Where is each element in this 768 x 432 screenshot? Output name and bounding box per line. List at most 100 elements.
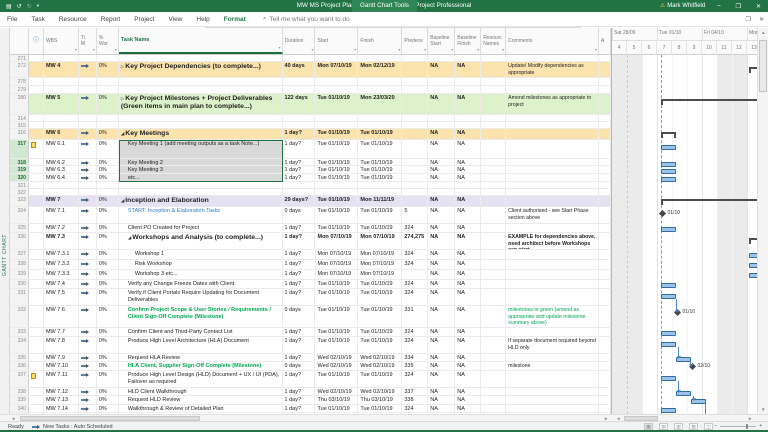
task-row-324[interactable]: 324MW 7.10%START: Inception & Elaboratio…	[10, 207, 611, 224]
wbs-cell[interactable]: MW 7.13	[44, 396, 79, 404]
baseline-start-cell[interactable]: NA	[428, 260, 455, 269]
resource-names-cell[interactable]	[481, 270, 506, 279]
baseline-finish-cell[interactable]: NA	[455, 396, 481, 404]
indicator-cell[interactable]	[29, 94, 44, 114]
task-name-cell[interactable]	[119, 115, 283, 121]
baseline-finish-cell[interactable]: NA	[455, 337, 481, 353]
predecessors-cell[interactable]	[402, 55, 428, 61]
task-name-cell[interactable]	[119, 78, 283, 85]
baseline-start-cell[interactable]: NA	[428, 250, 455, 259]
add-column-cell[interactable]	[599, 94, 611, 114]
baseline-finish-cell[interactable]: NA	[455, 174, 481, 181]
empty-row[interactable]: 271	[10, 55, 611, 62]
row-number[interactable]: 337	[10, 371, 29, 387]
wbs-cell[interactable]: MW 7.9	[44, 354, 79, 361]
baseline-start-cell[interactable]: NA	[428, 354, 455, 361]
doc-close-button[interactable]: ✕	[759, 16, 764, 23]
baseline-start-cell[interactable]	[428, 189, 455, 195]
add-column-cell[interactable]	[599, 280, 611, 288]
wbs-cell[interactable]: MW 6.4	[44, 174, 79, 181]
column-header-start[interactable]: Start▾	[315, 28, 358, 54]
filter-arrow-icon[interactable]: ▾	[398, 47, 400, 53]
comments-cell[interactable]	[506, 189, 599, 195]
task-name-cell[interactable]: Workshop 1	[119, 250, 283, 259]
predecessors-cell[interactable]: 324	[402, 405, 428, 412]
row-number[interactable]: 314	[10, 115, 29, 121]
baseline-finish-cell[interactable]	[455, 122, 481, 128]
baseline-start-cell[interactable]: NA	[428, 174, 455, 181]
add-column-cell[interactable]	[599, 86, 611, 93]
task-row-319[interactable]: 319MW 6.30%Key Meeting 31 day?Tue 01/10/…	[10, 166, 611, 174]
predecessors-cell[interactable]	[402, 196, 428, 206]
task-mode-cell[interactable]	[79, 122, 97, 128]
add-column-cell[interactable]	[599, 289, 611, 305]
task-name-cell[interactable]	[119, 55, 283, 61]
baseline-start-cell[interactable]: NA	[428, 233, 455, 249]
finish-cell[interactable]: Mon 07/10/19	[358, 250, 402, 259]
zoom-slider-thumb[interactable]	[746, 424, 748, 429]
start-cell[interactable]: Mon 07/10/19	[316, 250, 359, 259]
baseline-finish-cell[interactable]	[455, 78, 481, 85]
baseline-start-cell[interactable]: NA	[428, 371, 455, 387]
task-row-333[interactable]: 333MW 7.70%Confirm Client and Third-Part…	[10, 328, 611, 337]
comments-cell[interactable]: milestone	[506, 362, 599, 370]
finish-cell[interactable]: Tue 01/10/19	[358, 140, 402, 158]
start-cell[interactable]: Tue 01/10/19	[315, 224, 358, 232]
vertical-scroll-thumb[interactable]	[759, 40, 767, 92]
comments-cell[interactable]: Update/ Modify dependencies as appropria…	[506, 62, 599, 77]
comments-cell[interactable]	[506, 354, 599, 361]
add-column-cell[interactable]	[599, 328, 611, 336]
baseline-start-cell[interactable]	[428, 182, 455, 188]
gantt-task-bar[interactable]	[661, 177, 676, 182]
filter-arrow-icon[interactable]: ▾	[424, 47, 426, 53]
percent-work-cell[interactable]: 0%	[97, 289, 119, 305]
qat-customize-icon[interactable]: ▾	[37, 3, 39, 9]
start-cell[interactable]: Tue 01/10/19	[315, 196, 358, 206]
task-row-335[interactable]: 335MW 7.90%Request HLA Review1 day?Wed 0…	[10, 354, 611, 362]
predecessors-cell[interactable]: 324	[402, 328, 428, 336]
duration-cell[interactable]: 0 days	[283, 207, 316, 223]
add-column-cell[interactable]	[599, 233, 611, 249]
task-mode-cell[interactable]	[79, 166, 97, 173]
gantt-task-bar[interactable]	[661, 145, 676, 150]
gantt-summary-bar[interactable]	[661, 132, 676, 134]
indicator-cell[interactable]	[29, 196, 44, 206]
baseline-start-cell[interactable]: NA	[428, 270, 455, 279]
task-name-cell[interactable]: Risk Workshop	[119, 260, 283, 269]
percent-work-cell[interactable]: 0%	[97, 140, 119, 158]
baseline-start-cell[interactable]: NA	[428, 140, 455, 158]
duration-cell[interactable]: 1 day?	[283, 280, 316, 288]
task-row-327[interactable]: 327MW 7.3.10%Workshop 11 day?Mon 07/10/1…	[10, 250, 611, 260]
indicator-cell[interactable]	[29, 140, 44, 158]
baseline-finish-cell[interactable]	[455, 86, 481, 93]
predecessors-cell[interactable]	[402, 62, 428, 77]
filter-arrow-icon[interactable]: ▾	[477, 47, 479, 53]
wbs-cell[interactable]: MW 7.3.2	[44, 260, 79, 269]
column-header-comments[interactable]: Comments▾	[506, 28, 599, 54]
start-cell[interactable]	[315, 115, 358, 121]
start-cell[interactable]: Mon 07/10/19	[316, 270, 359, 279]
task-mode-cell[interactable]	[79, 174, 97, 181]
predecessors-cell[interactable]	[402, 182, 428, 188]
start-cell[interactable]: Mon 07/10/19	[315, 62, 358, 77]
start-cell[interactable]	[315, 55, 358, 61]
wbs-cell[interactable]	[44, 55, 79, 61]
duration-cell[interactable]: 0 days	[283, 306, 316, 327]
task-name-cell[interactable]: Produce High Level Architecture (HLA) Do…	[119, 337, 283, 353]
column-header-bfinish[interactable]: BaselineFinish▾	[455, 28, 481, 54]
predecessors-cell[interactable]	[402, 129, 428, 139]
indicator-cell[interactable]	[29, 174, 44, 181]
resource-names-cell[interactable]	[481, 224, 506, 232]
row-number[interactable]: 325	[10, 224, 29, 232]
row-number[interactable]: 339	[10, 396, 29, 404]
task-name-cell[interactable]: ◢Key Meetings	[119, 129, 283, 139]
predecessors-cell[interactable]: 324	[402, 250, 428, 259]
add-column-cell[interactable]	[599, 55, 611, 61]
baseline-start-cell[interactable]	[428, 86, 455, 93]
add-column-cell[interactable]	[599, 337, 611, 353]
column-header-bstart[interactable]: BaselineStart▾	[428, 28, 455, 54]
task-name-cell[interactable]: etc...	[119, 174, 283, 181]
wbs-cell[interactable]: MW 7.12	[44, 388, 79, 395]
baseline-start-cell[interactable]: NA	[428, 166, 455, 173]
task-mode-cell[interactable]	[79, 86, 97, 93]
